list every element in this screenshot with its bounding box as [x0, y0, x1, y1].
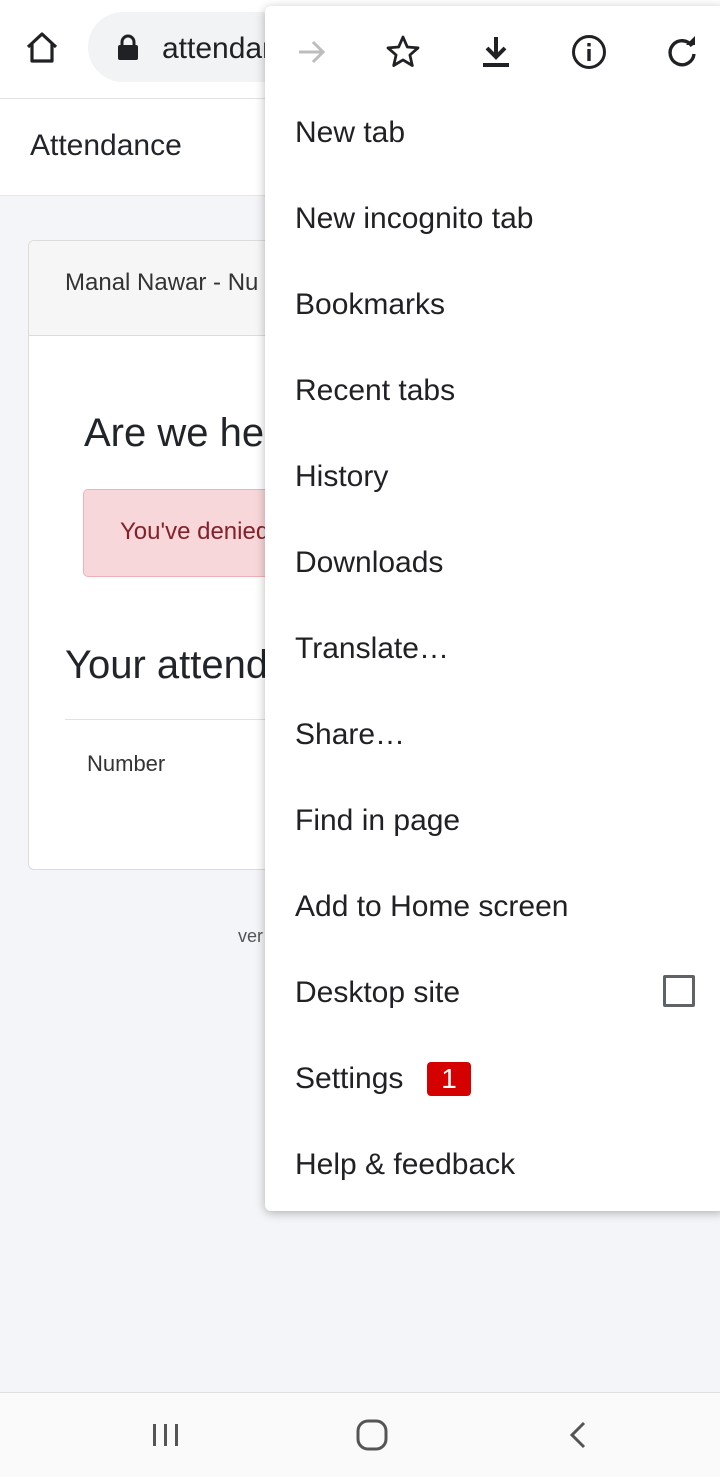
menu-item-downloads[interactable]: Downloads — [265, 524, 720, 610]
star-icon[interactable] — [381, 30, 425, 74]
menu-item-label: Translate… — [295, 632, 449, 665]
menu-item-recent-tabs[interactable]: Recent tabs — [265, 352, 720, 438]
menu-item-label: Recent tabs — [295, 374, 456, 407]
menu-item-label: Downloads — [295, 546, 444, 579]
lock-icon — [116, 34, 140, 62]
download-icon[interactable] — [474, 30, 518, 74]
menu-item-add-to-home-screen[interactable]: Add to Home screen — [265, 868, 720, 954]
screen: attendance. Attendance Manal Nawar - Nu … — [0, 0, 720, 1477]
card-header-text: Manal Nawar - Nu — [65, 269, 259, 296]
menu-item-share[interactable]: Share… — [265, 696, 720, 782]
menu-item-label: Share… — [295, 718, 406, 751]
menu-item-label: Desktop site — [295, 976, 461, 1009]
home-icon[interactable] — [22, 28, 62, 68]
settings-notification-badge: 1 — [427, 1062, 471, 1096]
menu-icon-row — [265, 6, 720, 94]
home-circle-icon[interactable] — [350, 1415, 394, 1455]
menu-item-label: New incognito tab — [295, 202, 534, 235]
back-icon[interactable] — [556, 1415, 600, 1455]
menu-item-label: Add to Home screen — [295, 890, 569, 923]
forward-arrow-icon[interactable] — [289, 30, 333, 74]
menu-item-new-tab[interactable]: New tab — [265, 94, 720, 180]
menu-item-new-incognito-tab[interactable]: New incognito tab — [265, 180, 720, 266]
version-text: ver — [238, 926, 264, 946]
menu-item-label: Bookmarks — [295, 288, 446, 321]
menu-item-help-feedback[interactable]: Help & feedback — [265, 1126, 720, 1212]
menu-item-find-in-page[interactable]: Find in page — [265, 782, 720, 868]
menu-item-history[interactable]: History — [265, 438, 720, 524]
desktop-site-checkbox[interactable] — [663, 975, 695, 1007]
column-header-number: Number — [87, 751, 166, 776]
menu-item-label: Settings — [295, 1062, 404, 1095]
site-title[interactable]: Attendance — [30, 129, 182, 163]
menu-item-label: Help & feedback — [295, 1148, 516, 1181]
recents-icon[interactable] — [144, 1415, 188, 1455]
menu-item-label: History — [295, 460, 389, 493]
menu-item-settings[interactable]: Settings 1 — [265, 1040, 720, 1126]
system-navigation-bar — [0, 1392, 720, 1477]
menu-item-translate[interactable]: Translate… — [265, 610, 720, 696]
menu-item-label: New tab — [295, 116, 406, 149]
menu-item-label: Find in page — [295, 804, 461, 837]
menu-item-desktop-site[interactable]: Desktop site — [265, 954, 720, 1040]
info-icon[interactable] — [567, 30, 611, 74]
reload-icon[interactable] — [660, 30, 704, 74]
browser-overflow-menu: New tab New incognito tab Bookmarks Rece… — [265, 6, 720, 1211]
menu-item-bookmarks[interactable]: Bookmarks — [265, 266, 720, 352]
